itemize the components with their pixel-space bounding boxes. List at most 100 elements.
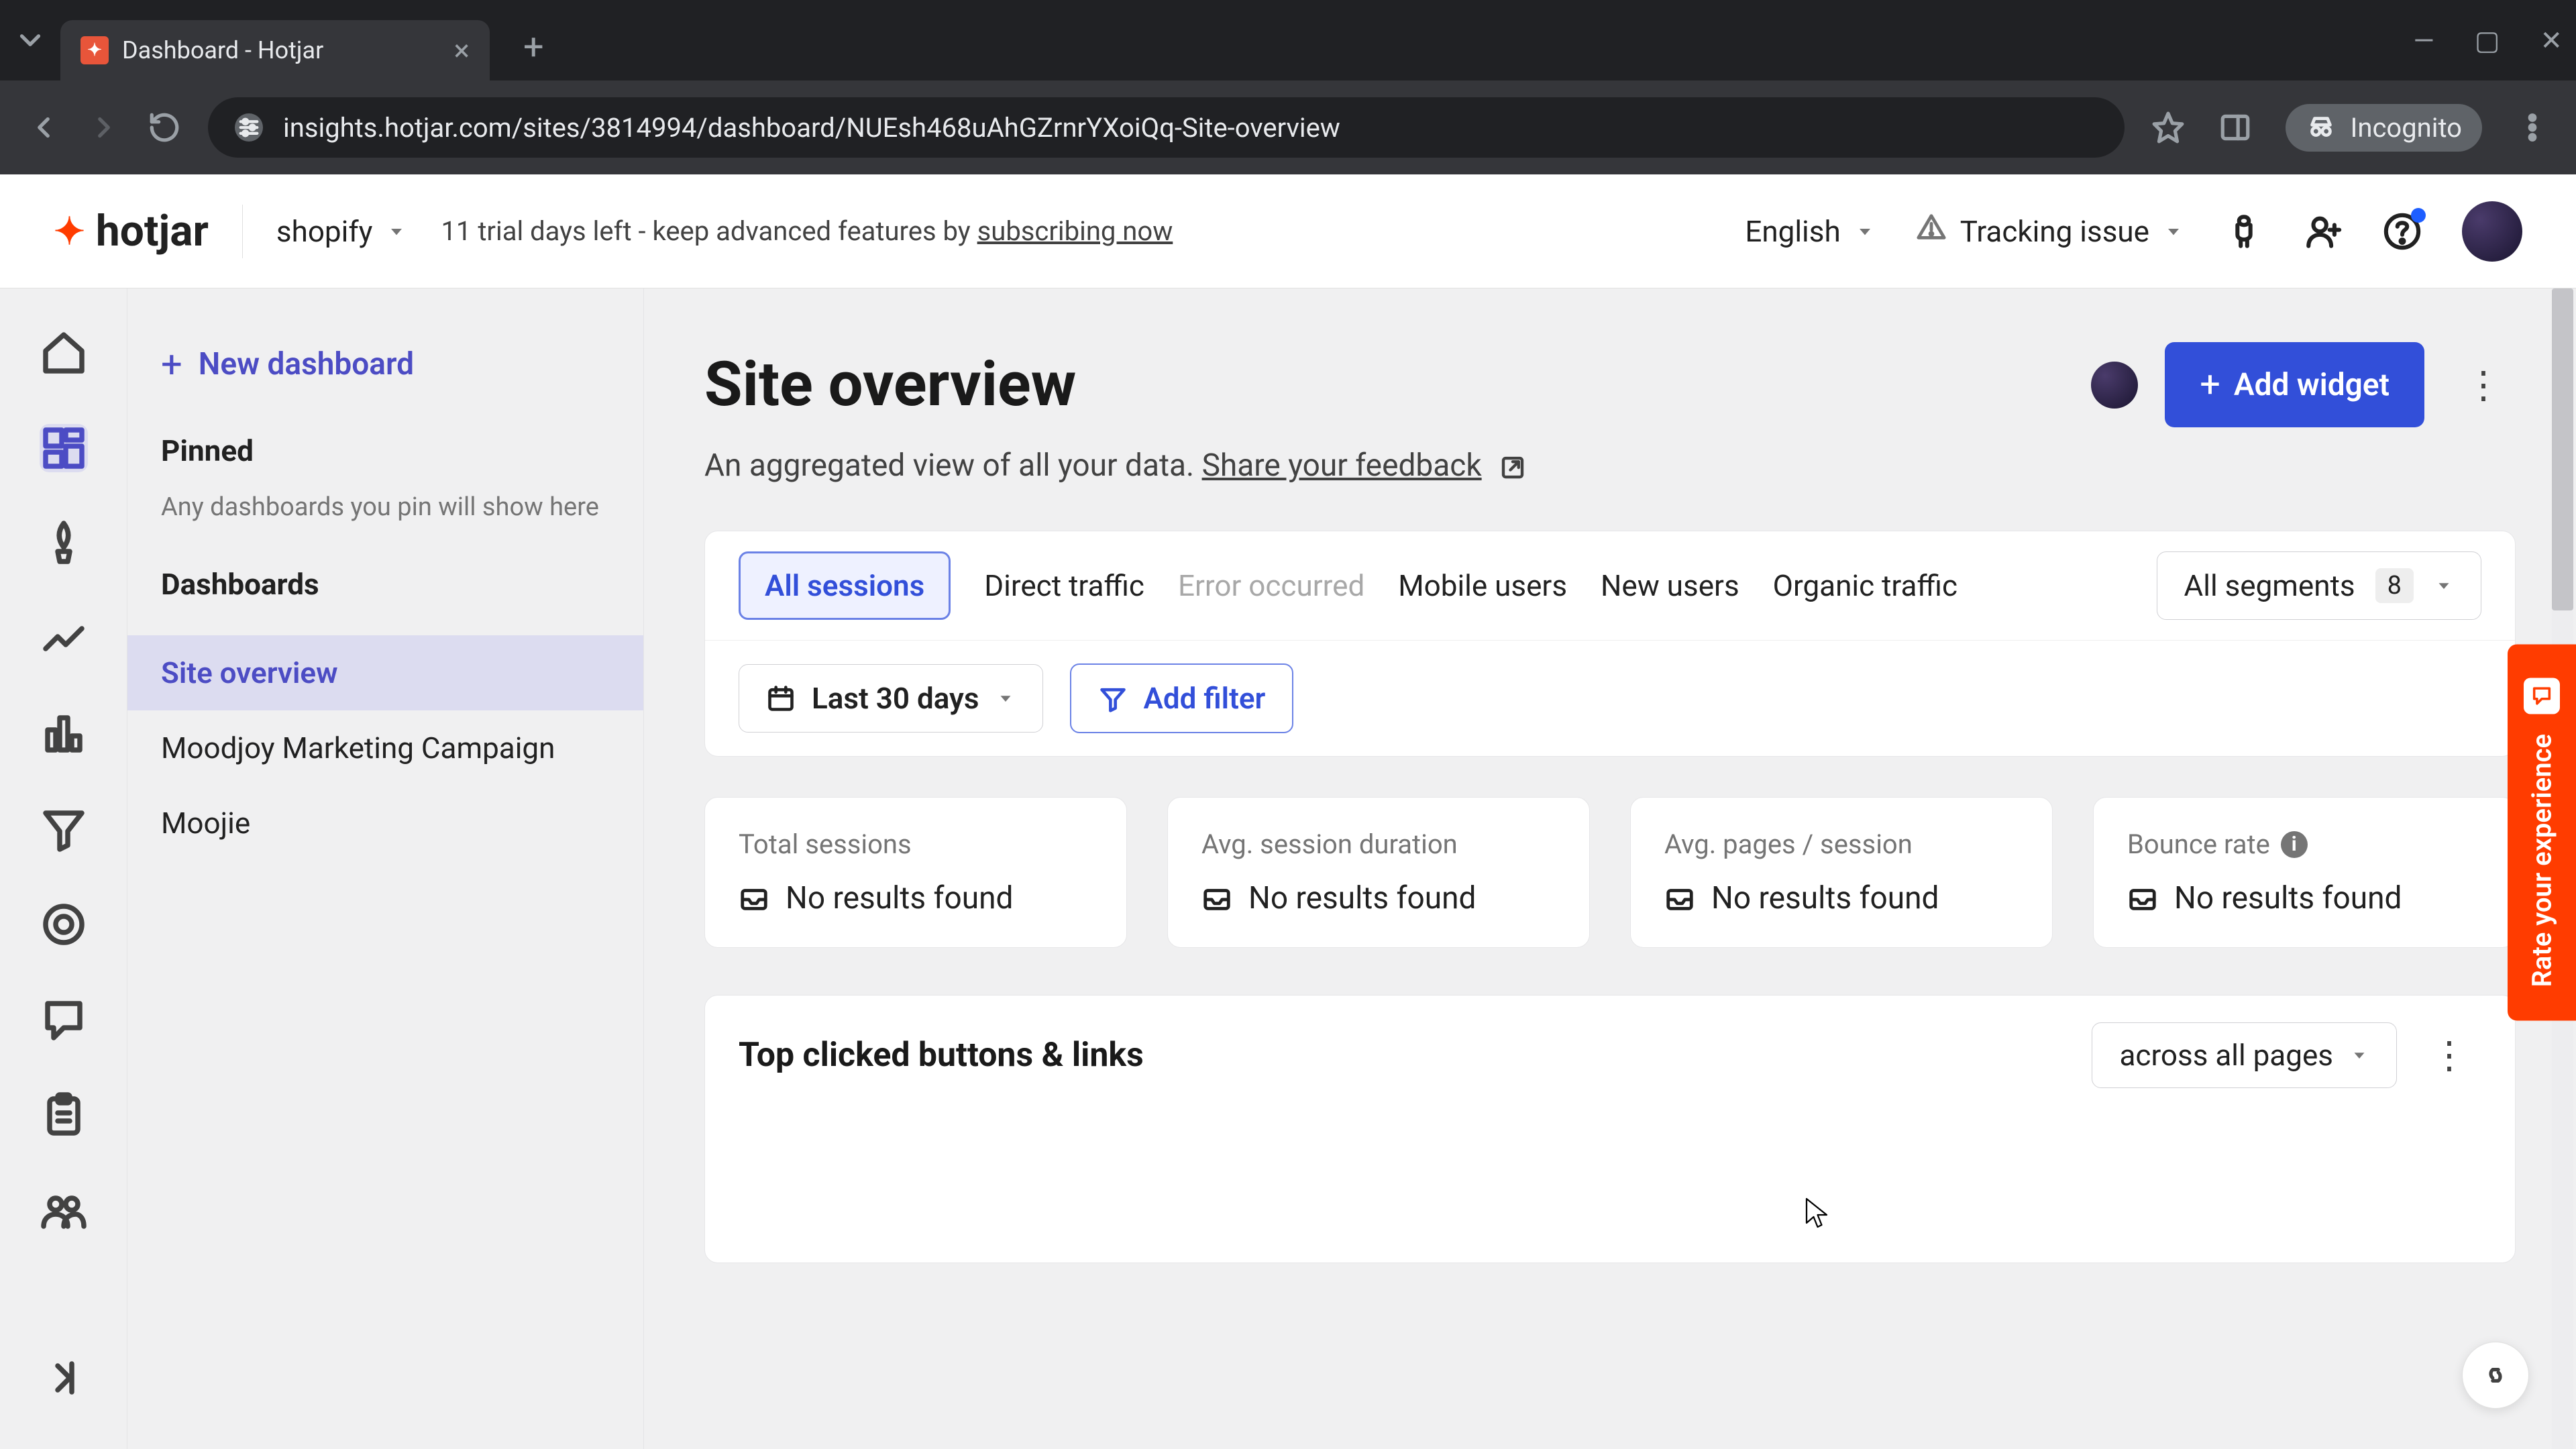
rate-experience-tab[interactable]: Rate your experience (2508, 644, 2576, 1020)
trial-banner: 11 trial days left - keep advanced featu… (441, 215, 1173, 247)
browser-menu-icon[interactable] (2516, 111, 2549, 144)
segment-all-sessions[interactable]: All sessions (739, 551, 951, 620)
bookmark-star-icon[interactable] (2151, 111, 2185, 144)
integrations-icon[interactable] (2224, 212, 2263, 251)
widget-top-clicked: Top clicked buttons & links across all p… (704, 995, 2516, 1263)
reload-button[interactable] (148, 111, 181, 144)
segment-label: All sessions (765, 568, 924, 603)
new-tab-button[interactable]: + (523, 26, 544, 68)
rail-feedback-icon[interactable] (40, 996, 88, 1044)
sidebar-item-moodjoy[interactable]: Moodjoy Marketing Campaign (127, 710, 643, 786)
subscribe-link[interactable]: subscribing now (977, 215, 1173, 247)
browser-tab-active[interactable]: ✦ Dashboard - Hotjar × (60, 20, 490, 80)
widget-scope-label: across all pages (2119, 1038, 2333, 1073)
nav-rail (0, 288, 127, 1449)
segment-direct-traffic[interactable]: Direct traffic (984, 555, 1144, 616)
site-settings-icon[interactable] (235, 113, 263, 142)
pinned-hint: Any dashboards you pin will show here (161, 488, 610, 527)
metrics-row: Total sessions No results found Avg. ses… (704, 797, 2516, 948)
invite-user-icon[interactable] (2304, 212, 2343, 251)
forward-button[interactable] (87, 111, 121, 144)
maximize-icon[interactable]: ▢ (2475, 25, 2500, 56)
empty-inbox-icon (2127, 883, 2158, 914)
language-picker[interactable]: English (1745, 214, 1875, 249)
hotjar-favicon-icon: ✦ (80, 36, 109, 64)
segment-label: Error occurred (1178, 568, 1364, 603)
metric-label: Avg. session duration (1201, 828, 1458, 860)
new-dashboard-label: New dashboard (199, 346, 414, 382)
rail-heatmaps-icon[interactable] (40, 710, 88, 758)
segment-error-occurred[interactable]: Error occurred (1178, 555, 1364, 616)
metric-label: Bounce rate (2127, 828, 2270, 860)
site-picker[interactable]: shopify (276, 214, 408, 249)
sidebar-item-site-overview[interactable]: Site overview (127, 635, 643, 710)
rail-highlights-icon[interactable] (40, 519, 88, 568)
chat-bubble-icon (2524, 678, 2560, 714)
widget-scope-picker[interactable]: across all pages (2092, 1022, 2397, 1088)
add-filter-button[interactable]: Add filter (1070, 663, 1294, 733)
notification-dot-icon (2411, 208, 2426, 223)
rail-trends-icon[interactable] (40, 614, 88, 663)
sidebar-item-moojie[interactable]: Moojie (127, 786, 643, 861)
widget-title: Top clicked buttons & links (739, 1036, 1144, 1075)
plus-icon: + (2200, 364, 2220, 406)
url-text: insights.hotjar.com/sites/3814994/dashbo… (283, 112, 1340, 144)
all-segments-dropdown[interactable]: All segments 8 (2157, 551, 2481, 620)
sidebar-item-label: Moojie (161, 806, 250, 841)
sidebar-item-label: Moodjoy Marketing Campaign (161, 731, 555, 765)
metric-bounce-rate: Bounce rate i No results found (2093, 797, 2516, 948)
segment-organic-traffic[interactable]: Organic traffic (1773, 555, 1957, 616)
metric-value: No results found (2174, 880, 2402, 916)
rail-expand-icon[interactable] (40, 1354, 88, 1402)
tracking-issue-dropdown[interactable]: Tracking issue (1916, 212, 2184, 250)
close-tab-icon[interactable]: × (454, 36, 470, 65)
incognito-badge[interactable]: Incognito (2286, 104, 2482, 152)
owner-avatar[interactable] (2091, 362, 2138, 409)
date-range-picker[interactable]: Last 30 days (739, 664, 1043, 733)
controls-row: Last 30 days Add filter (705, 641, 2515, 756)
segment-new-users[interactable]: New users (1601, 555, 1739, 616)
side-panel-icon[interactable] (2218, 111, 2252, 144)
help-icon[interactable] (2383, 212, 2422, 251)
metric-avg-session-duration: Avg. session duration No results found (1167, 797, 1590, 948)
main-content: Site overview + Add widget ⋮ An aggregat… (644, 288, 2576, 1449)
rail-dashboards-icon[interactable] (40, 424, 88, 472)
segment-label: New users (1601, 568, 1739, 603)
rail-engage-icon[interactable] (40, 1186, 88, 1234)
all-segments-label: All segments (2184, 568, 2355, 603)
metric-avg-pages-per-session: Avg. pages / session No results found (1630, 797, 2053, 948)
new-dashboard-button[interactable]: + New dashboard (127, 322, 643, 407)
segment-label: Direct traffic (984, 568, 1144, 603)
app-header: ✦ hotjar shopify 11 trial days left - ke… (0, 174, 2576, 288)
metric-value: No results found (1711, 880, 1939, 916)
segment-mobile-users[interactable]: Mobile users (1398, 555, 1567, 616)
add-widget-button[interactable]: + Add widget (2165, 342, 2424, 427)
dashboards-heading: Dashboards (161, 567, 610, 602)
flame-icon: ✦ (54, 209, 85, 254)
language-label: English (1745, 214, 1840, 249)
segment-label: Organic traffic (1773, 568, 1957, 603)
add-widget-label: Add widget (2234, 367, 2390, 403)
address-bar[interactable]: insights.hotjar.com/sites/3814994/dashbo… (208, 97, 2125, 158)
hotjar-logo[interactable]: ✦ hotjar (54, 206, 209, 256)
tabs-search-caret[interactable] (13, 23, 47, 57)
rail-surveys-icon[interactable] (40, 1091, 88, 1139)
info-icon[interactable]: i (2281, 831, 2308, 858)
share-link-button[interactable] (2462, 1342, 2529, 1409)
scrollbar-thumb[interactable] (2552, 288, 2573, 610)
rail-recordings-icon[interactable] (40, 900, 88, 949)
close-window-icon[interactable]: ✕ (2540, 25, 2563, 56)
minimize-icon[interactable]: — (2413, 25, 2434, 56)
date-range-label: Last 30 days (812, 681, 979, 716)
rail-funnels-icon[interactable] (40, 805, 88, 853)
rail-home-icon[interactable] (40, 329, 88, 377)
widget-menu-icon[interactable]: ⋮ (2417, 1033, 2481, 1077)
share-feedback-link[interactable]: Share your feedback (1202, 447, 1482, 484)
trial-text: 11 trial days left - keep advanced featu… (441, 215, 977, 247)
user-avatar[interactable] (2462, 201, 2522, 262)
back-button[interactable] (27, 111, 60, 144)
pinned-heading: Pinned (161, 433, 610, 468)
tracking-issue-label: Tracking issue (1960, 214, 2149, 249)
page-menu-icon[interactable]: ⋮ (2451, 363, 2516, 407)
dashboards-sidebar: + New dashboard Pinned Any dashboards yo… (127, 288, 644, 1449)
